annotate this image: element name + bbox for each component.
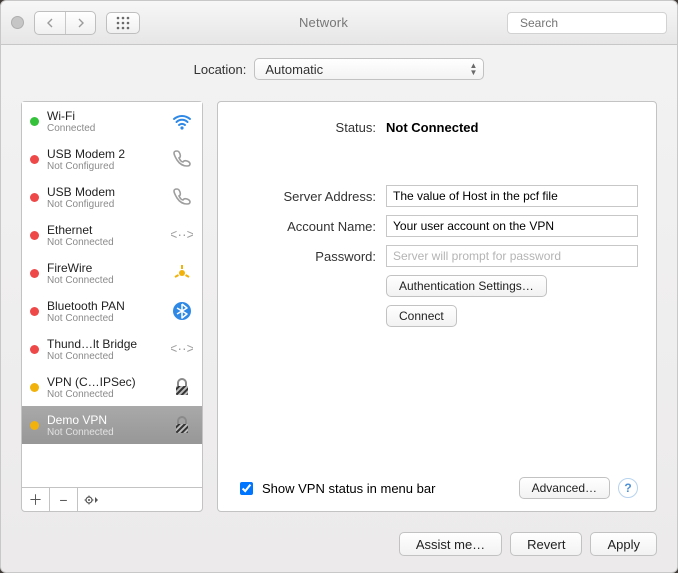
service-status: Not Connected: [47, 427, 162, 438]
connect-button[interactable]: Connect: [386, 305, 457, 327]
password-field[interactable]: [386, 245, 638, 267]
advanced-button[interactable]: Advanced…: [519, 477, 610, 499]
service-item[interactable]: Bluetooth PANNot Connected: [22, 292, 202, 330]
wifi-icon: [170, 109, 194, 133]
main-buttons: Assist me… Revert Apply: [399, 532, 657, 556]
password-label: Password:: [236, 249, 376, 264]
revert-button[interactable]: Revert: [510, 532, 582, 556]
service-name: Ethernet: [47, 223, 162, 237]
service-status: Connected: [47, 123, 162, 134]
status-dot-icon: [30, 269, 39, 278]
service-actions-button[interactable]: [78, 488, 106, 511]
service-name: FireWire: [47, 261, 162, 275]
add-service-button[interactable]: ＋: [22, 488, 50, 511]
detail-pane: Status: Not Connected Server Address: Ac…: [217, 101, 657, 512]
services-sidebar: Wi-FiConnectedUSB Modem 2Not ConfiguredU…: [21, 101, 203, 512]
firewire-icon: [170, 261, 194, 285]
svg-text:<··>: <··>: [171, 340, 193, 356]
network-preferences-window: Network Location: Automatic ▲▼ Wi-FiConn…: [0, 0, 678, 573]
show-vpn-status-checkbox-input[interactable]: [240, 482, 253, 495]
service-item[interactable]: USB Modem 2Not Configured: [22, 140, 202, 178]
phone-icon: [170, 185, 194, 209]
chevron-updown-icon: ▲▼: [469, 62, 477, 76]
help-button[interactable]: ?: [618, 478, 638, 498]
back-button[interactable]: [35, 12, 65, 34]
service-name: Thund…lt Bridge: [47, 337, 162, 351]
toolbar: Network: [1, 1, 677, 45]
account-name-label: Account Name:: [236, 219, 376, 234]
status-label: Status:: [236, 120, 376, 135]
status-dot-icon: [30, 117, 39, 126]
lock-icon: [170, 375, 194, 399]
authentication-settings-button[interactable]: Authentication Settings…: [386, 275, 547, 297]
svg-text:<··>: <··>: [171, 226, 193, 242]
service-status: Not Connected: [47, 351, 162, 362]
gear-icon: [84, 494, 100, 506]
forward-button[interactable]: [65, 12, 95, 34]
assist-button[interactable]: Assist me…: [399, 532, 502, 556]
service-name: Demo VPN: [47, 413, 162, 427]
remove-service-button[interactable]: −: [50, 488, 78, 511]
status-dot-icon: [30, 193, 39, 202]
search-input[interactable]: [518, 15, 677, 31]
status-dot-icon: [30, 155, 39, 164]
status-row: Status: Not Connected: [236, 120, 638, 135]
services-list: Wi-FiConnectedUSB Modem 2Not ConfiguredU…: [22, 102, 202, 487]
service-name: USB Modem: [47, 185, 162, 199]
status-dot-icon: [30, 345, 39, 354]
service-status: Not Connected: [47, 313, 162, 324]
server-address-field[interactable]: [386, 185, 638, 207]
show-vpn-status-checkbox[interactable]: Show VPN status in menu bar: [236, 479, 435, 498]
status-value: Not Connected: [386, 120, 478, 135]
service-status: Not Connected: [47, 237, 162, 248]
server-address-label: Server Address:: [236, 189, 376, 204]
detail-bottom-row: Show VPN status in menu bar Advanced… ?: [236, 477, 638, 499]
service-status: Not Connected: [47, 389, 162, 400]
service-name: Wi-Fi: [47, 109, 162, 123]
service-item[interactable]: USB ModemNot Configured: [22, 178, 202, 216]
account-name-field[interactable]: [386, 215, 638, 237]
status-dot-icon: [30, 383, 39, 392]
show-vpn-status-label: Show VPN status in menu bar: [262, 481, 435, 496]
window-title: Network: [150, 15, 497, 30]
service-name: VPN (C…IPSec): [47, 375, 162, 389]
service-item[interactable]: VPN (C…IPSec)Not Connected: [22, 368, 202, 406]
phone-icon: [170, 147, 194, 171]
nav-back-forward: [34, 11, 96, 35]
service-name: Bluetooth PAN: [47, 299, 162, 313]
service-status: Not Configured: [47, 199, 162, 210]
service-name: USB Modem 2: [47, 147, 162, 161]
show-all-button[interactable]: [106, 12, 140, 34]
service-item[interactable]: Demo VPNNot Connected: [22, 406, 202, 444]
service-item[interactable]: Thund…lt BridgeNot Connected <··>: [22, 330, 202, 368]
location-popup[interactable]: Automatic ▲▼: [254, 58, 484, 80]
service-status: Not Connected: [47, 275, 162, 286]
status-dot-icon: [30, 421, 39, 430]
window-close-button[interactable]: [11, 16, 24, 29]
bluetooth-icon: [170, 299, 194, 323]
apply-button[interactable]: Apply: [590, 532, 657, 556]
sidebar-footer: ＋ −: [22, 487, 202, 511]
search-field[interactable]: [507, 12, 667, 34]
service-item[interactable]: Wi-FiConnected: [22, 102, 202, 140]
status-dot-icon: [30, 307, 39, 316]
location-value: Automatic: [265, 62, 323, 77]
content-area: Wi-FiConnectedUSB Modem 2Not ConfiguredU…: [21, 101, 657, 512]
service-item[interactable]: EthernetNot Connected <··>: [22, 216, 202, 254]
ethernet-icon: <··>: [170, 223, 194, 247]
ethernet-icon: <··>: [170, 337, 194, 361]
lock-icon: [170, 413, 194, 437]
status-dot-icon: [30, 231, 39, 240]
service-item[interactable]: FireWireNot Connected: [22, 254, 202, 292]
service-status: Not Configured: [47, 161, 162, 172]
location-row: Location: Automatic ▲▼: [1, 45, 677, 93]
location-label: Location:: [194, 62, 247, 77]
